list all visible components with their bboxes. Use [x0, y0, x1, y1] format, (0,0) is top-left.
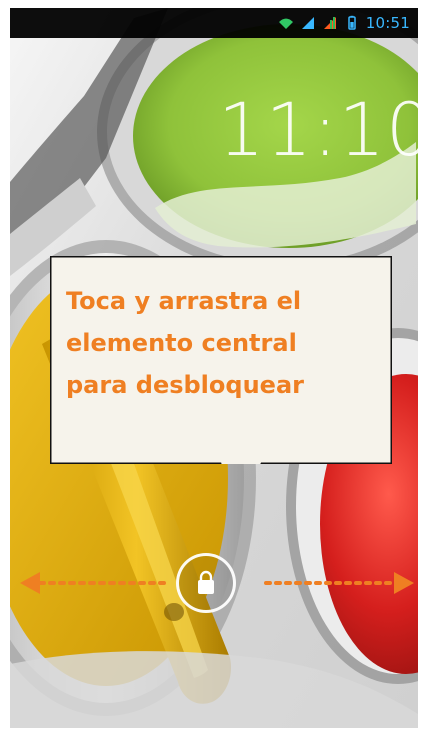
status-icons: 10:51 [278, 12, 410, 34]
lock-icon [198, 570, 214, 594]
status-bar: 10:51 [10, 8, 418, 38]
lock-handle[interactable] [176, 553, 236, 613]
lock-clock: 11:10 [218, 88, 418, 173]
signal-icon [323, 17, 336, 29]
device-frame: 10:51 11:10 Toca y arrastra el elemento … [0, 0, 423, 739]
unlock-slider[interactable] [10, 553, 418, 613]
unlock-hint-tooltip: Toca y arrastra el elemento central para… [50, 256, 392, 464]
left-arrow-icon [20, 572, 170, 594]
battery-icon [348, 15, 356, 30]
wifi-icon [278, 18, 293, 29]
status-time: 10:51 [365, 13, 410, 32]
signal-icon [301, 17, 314, 29]
lock-screen: 10:51 11:10 Toca y arrastra el elemento … [10, 8, 418, 728]
right-arrow-icon [264, 572, 414, 594]
unlock-hint-text: Toca y arrastra el elemento central para… [66, 287, 304, 399]
